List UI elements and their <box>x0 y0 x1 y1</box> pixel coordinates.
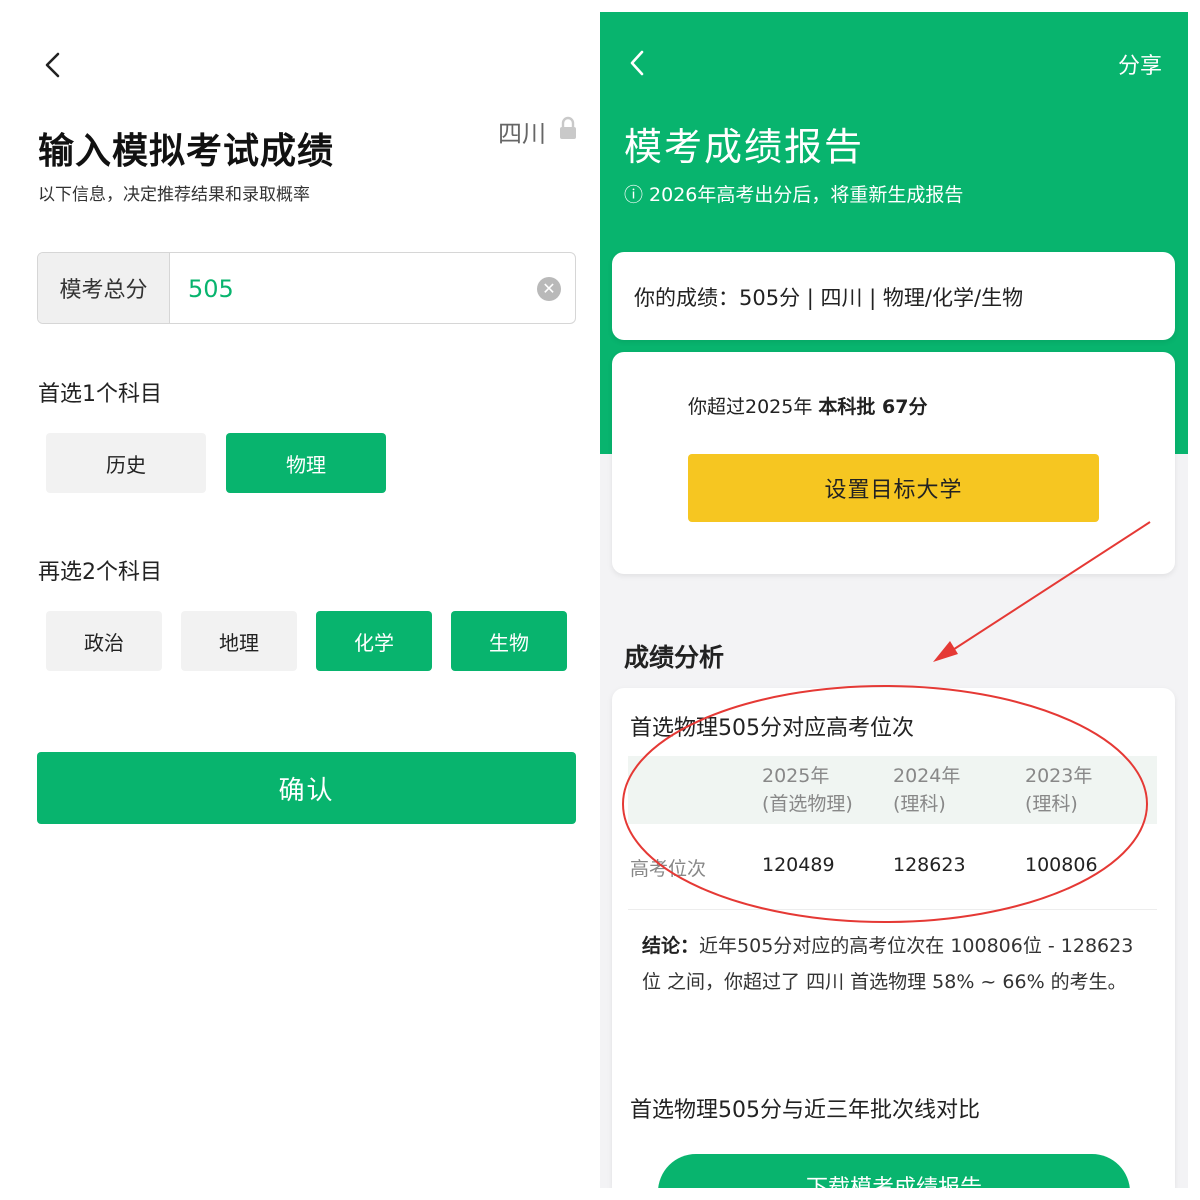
subject-option-chemistry[interactable]: 化学 <box>316 611 432 671</box>
page-subtitle: 以下信息，决定推荐结果和录取概率 <box>38 185 310 205</box>
score-report-screen: 分享 模考成绩报告 ⓘ 2026年高考出分后，将重新生成报告 你的成绩：505分… <box>600 12 1188 1188</box>
share-button[interactable]: 分享 <box>1118 48 1162 80</box>
back-arrow-icon[interactable] <box>38 50 68 80</box>
batch-line-compare-title: 首选物理505分与近三年批次线对比 <box>630 1098 980 1123</box>
rank-value-2023: 100806 <box>1025 854 1098 876</box>
rank-value-2025: 120489 <box>762 854 835 876</box>
primary-subject-label: 首选1个科目 <box>38 382 162 407</box>
rank-table: 2025年 (首选物理) 2024年 (理科) 2023年 (理科) 高考位次 … <box>628 756 1157 910</box>
score-input-screen: 输入模拟考试成绩 四川 以下信息，决定推荐结果和录取概率 模考总分 ✕ 首选1个… <box>12 12 600 1188</box>
exceed-value: 本科批 67分 <box>818 396 928 418</box>
subject-option-biology[interactable]: 生物 <box>451 611 567 671</box>
report-title: 模考成绩报告 <box>624 125 865 169</box>
rank-value-2024: 128623 <box>893 854 966 876</box>
rank-row-label: 高考位次 <box>630 858 707 880</box>
report-note: ⓘ 2026年高考出分后，将重新生成报告 <box>624 184 964 206</box>
your-score-card: 你的成绩：505分 | 四川 | 物理/化学/生物 <box>612 252 1175 340</box>
rank-title: 首选物理505分对应高考位次 <box>630 716 914 741</box>
clear-icon[interactable]: ✕ <box>537 277 561 301</box>
conclusion-text: 结论：近年505分对应的高考位次在 100806位 - 128623位 之间，你… <box>642 928 1152 1000</box>
table-row: 高考位次 120489 128623 100806 <box>628 824 1157 910</box>
subject-option-physics[interactable]: 物理 <box>226 433 386 493</box>
your-score-text: 你的成绩：505分 | 四川 | 物理/化学/生物 <box>634 286 1024 310</box>
total-score-input[interactable] <box>188 271 518 307</box>
conclusion-label: 结论： <box>642 935 700 957</box>
rank-header-2025: 2025年 (首选物理) <box>762 765 853 815</box>
set-target-university-button[interactable]: 设置目标大学 <box>688 454 1099 522</box>
rank-table-header: 2025年 (首选物理) 2024年 (理科) 2023年 (理科) <box>628 756 1157 824</box>
exceed-card: 你超过2025年 本科批 67分 设置目标大学 <box>612 352 1175 574</box>
analysis-title: 成绩分析 <box>624 643 725 672</box>
subject-option-geography[interactable]: 地理 <box>181 611 297 671</box>
province-label: 四川 <box>498 120 546 148</box>
total-score-field: 模考总分 ✕ <box>37 252 576 324</box>
rank-header-2024: 2024年 (理科) <box>893 765 961 815</box>
subject-option-politics[interactable]: 政治 <box>46 611 162 671</box>
subject-option-history[interactable]: 历史 <box>46 433 206 493</box>
conclusion-body: 近年505分对应的高考位次在 100806位 - 128623位 之间，你超过了… <box>642 935 1134 993</box>
back-arrow-icon[interactable] <box>624 48 652 78</box>
rank-header-2023: 2023年 (理科) <box>1025 765 1093 815</box>
lock-icon <box>560 116 576 139</box>
total-score-label: 模考总分 <box>38 253 170 323</box>
page-title: 输入模拟考试成绩 <box>38 131 335 172</box>
exceed-prefix: 你超过2025年 <box>688 396 819 418</box>
rank-card: 首选物理505分对应高考位次 2025年 (首选物理) 2024年 (理科) 2… <box>612 688 1175 1188</box>
secondary-subject-label: 再选2个科目 <box>38 560 162 585</box>
download-report-button[interactable]: 下载模考成绩报告 <box>658 1154 1130 1188</box>
exceed-text: 你超过2025年 本科批 67分 <box>688 392 927 419</box>
confirm-button[interactable]: 确认 <box>37 752 576 824</box>
